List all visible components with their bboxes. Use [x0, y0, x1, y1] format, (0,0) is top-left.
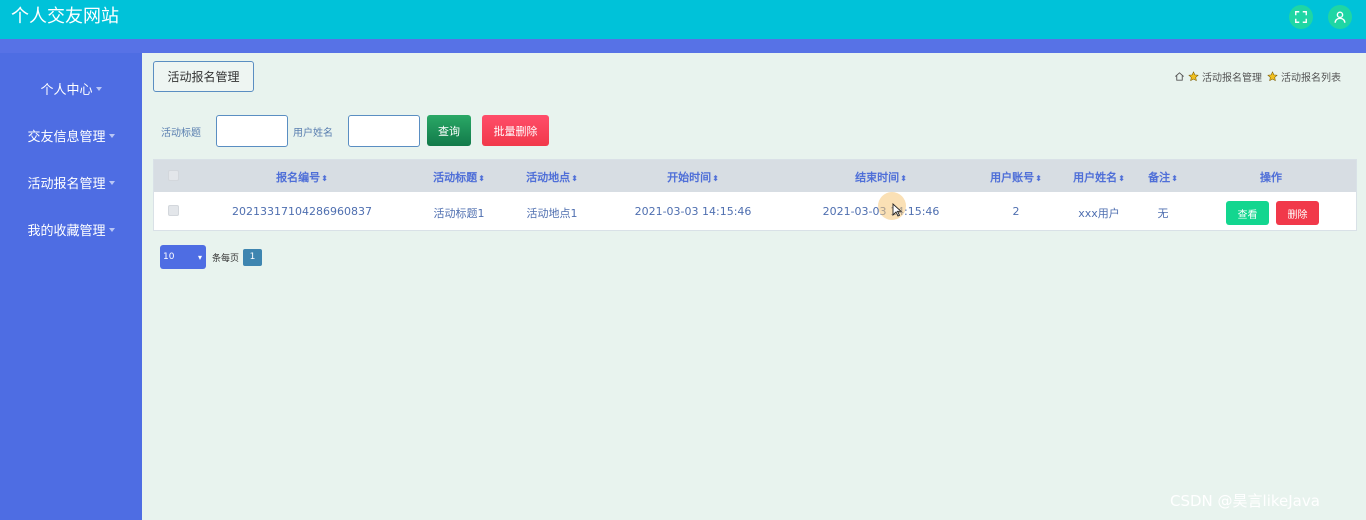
page-size-select[interactable]: 10 ▾ [160, 245, 206, 269]
sort-icon: ⬍ [1035, 174, 1042, 183]
user-button[interactable] [1328, 5, 1352, 29]
fullscreen-button[interactable] [1289, 5, 1313, 29]
breadcrumb: 活动报名管理 活动报名列表 [1174, 69, 1346, 84]
name-search-label: 用户姓名 [293, 128, 333, 139]
breadcrumb-item[interactable]: 活动报名管理 [1202, 69, 1262, 84]
select-all-checkbox[interactable] [168, 170, 179, 181]
sidebar: 个人中心 交友信息管理 活动报名管理 我的收藏管理 [0, 53, 142, 520]
breadcrumb-item: 活动报名列表 [1281, 73, 1341, 84]
caret-down-icon [95, 87, 102, 91]
caret-down-icon [108, 228, 115, 232]
column-header[interactable]: 用户账号⬍ [990, 169, 1042, 185]
accent-strip [0, 39, 1366, 53]
column-header[interactable]: 活动标题⬍ [433, 169, 485, 185]
sort-icon: ⬍ [900, 174, 907, 183]
table-cell: 无 [1157, 207, 1169, 220]
column-header[interactable]: 活动地点⬍ [526, 169, 578, 185]
sidebar-item-activity-signup[interactable]: 活动报名管理 [0, 170, 142, 194]
data-table: 报名编号⬍ 活动标题⬍ 活动地点⬍ 开始时间⬍ 结束时间⬍ 用户账号⬍ 用户姓名… [153, 159, 1357, 231]
column-header[interactable]: 开始时间⬍ [667, 169, 719, 185]
sort-icon: ⬍ [321, 174, 328, 183]
per-page-label: 条每页 [212, 253, 240, 264]
sort-icon: ⬍ [1171, 174, 1178, 183]
sidebar-item-personal-center[interactable]: 个人中心 [0, 76, 142, 100]
table-cell: 2021-03-03 14:15:46 [634, 205, 752, 218]
caret-down-icon [108, 134, 115, 138]
home-icon[interactable] [1174, 71, 1185, 82]
column-header[interactable]: 结束时间⬍ [855, 169, 907, 185]
sidebar-item-dating-info[interactable]: 交友信息管理 [0, 123, 142, 147]
table-cell: 20213317104286960837 [232, 205, 372, 218]
row-checkbox[interactable] [168, 205, 179, 216]
sort-icon: ⬍ [478, 174, 485, 183]
sort-icon: ⬍ [712, 174, 719, 183]
star-icon [1267, 71, 1278, 82]
sidebar-item-label: 交友信息管理 [27, 129, 106, 145]
table-cell: 活动标题1 [433, 207, 485, 220]
name-search-input[interactable] [348, 115, 420, 147]
table-row: 20213317104286960837 活动标题1 活动地点1 2021-03… [154, 192, 1356, 230]
mouse-pointer-icon [892, 203, 902, 217]
sort-icon: ⬍ [1118, 174, 1125, 183]
watermark: CSDN @昊言likeJava [1170, 492, 1320, 510]
table-header: 报名编号⬍ 活动标题⬍ 活动地点⬍ 开始时间⬍ 结束时间⬍ 用户账号⬍ 用户姓名… [154, 160, 1356, 192]
query-button[interactable]: 查询 [427, 115, 471, 146]
title-search-label: 活动标题 [161, 128, 201, 139]
expand-icon [1295, 11, 1307, 23]
table-cell: xxx用户 [1078, 207, 1120, 220]
sidebar-item-label: 我的收藏管理 [27, 223, 106, 239]
column-header[interactable]: 用户姓名⬍ [1073, 169, 1125, 185]
page-number[interactable]: 1 [243, 248, 263, 266]
column-header: 操作 [1260, 171, 1282, 184]
sidebar-item-label: 活动报名管理 [27, 176, 106, 192]
page-title: 活动报名管理 [153, 61, 254, 92]
view-button[interactable]: 查看 [1226, 201, 1269, 225]
delete-button[interactable]: 删除 [1276, 201, 1319, 225]
table-cell: 活动地点1 [526, 207, 578, 220]
top-bar: 个人交友网站 [0, 0, 1366, 39]
pagination: 10 ▾ 条每页 1 [160, 245, 263, 269]
column-header[interactable]: 备注⬍ [1148, 169, 1178, 185]
table-cell: 2 [1012, 205, 1020, 218]
sidebar-item-favorites[interactable]: 我的收藏管理 [0, 217, 142, 241]
main-content: 活动报名管理 活动报名管理 活动报名列表 活动标题 用户姓名 查询 批量删除 报… [142, 53, 1366, 520]
batch-delete-button[interactable]: 批量删除 [482, 115, 549, 146]
sort-icon: ⬍ [571, 174, 578, 183]
site-title: 个人交友网站 [11, 6, 119, 27]
caret-down-icon [108, 181, 115, 185]
title-search-input[interactable] [216, 115, 288, 147]
user-icon [1334, 11, 1346, 23]
star-icon [1188, 71, 1199, 82]
sidebar-item-label: 个人中心 [40, 82, 93, 98]
chevron-down-icon: ▾ [197, 252, 202, 262]
column-header[interactable]: 报名编号⬍ [276, 169, 328, 185]
